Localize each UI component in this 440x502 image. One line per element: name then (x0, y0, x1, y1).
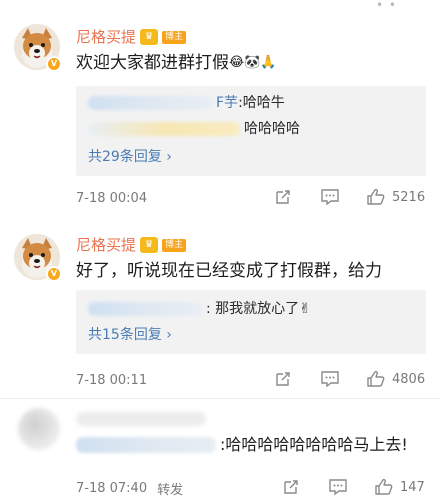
verified-badge-icon: V (46, 56, 62, 72)
username[interactable]: 尼格买提 (76, 28, 136, 46)
author-tag: 博主 (162, 30, 187, 44)
vip-crown-icon: ♛ (140, 29, 159, 45)
like-count: 5216 (392, 189, 426, 205)
name-row: 尼格买提 ♛ 博主 (76, 28, 187, 46)
name-row: 尼格买提 ♛ 博主 (76, 236, 187, 254)
blurred-username[interactable] (76, 412, 206, 426)
meta-row: 7-18 00:11 4806 (76, 370, 432, 390)
comment-button[interactable] (320, 188, 340, 206)
username[interactable]: 尼格买提 (76, 236, 136, 254)
blurred-username (88, 302, 202, 316)
fist-emoji-icon: 🙏 (260, 55, 277, 70)
reply-line: : 那我就放心了✌ (88, 300, 311, 318)
comment-feed: • • V 尼格买提 ♛ 博主 欢迎大家都进群打假😂🐼🙏 F芋:哈哈牛 哈哈哈… (0, 0, 440, 502)
reply-text: : 那我就放心了✌ (206, 301, 311, 317)
reply-box[interactable]: F芋:哈哈牛 哈哈哈哈 共29条回复 › (76, 86, 426, 176)
timestamp: 7-18 00:04 (76, 190, 148, 206)
like-button[interactable]: 5216 (366, 188, 425, 206)
divider (0, 398, 440, 399)
comment-button[interactable] (328, 478, 348, 496)
reply-text: 哈哈哈哈 (244, 121, 300, 137)
share-button[interactable] (274, 370, 292, 388)
meta-row: 7-18 07:40 转发 147 (76, 478, 432, 498)
like-count: 4806 (392, 371, 426, 387)
share-icon (276, 190, 290, 204)
avatar[interactable] (18, 408, 60, 450)
author-tag: 博主 (162, 238, 187, 252)
repost-link[interactable]: 转发 (157, 479, 183, 498)
panda-emoji-icon: 🐼 (244, 55, 261, 70)
reply-text: :哈哈牛 (238, 95, 285, 111)
comment-button[interactable] (320, 370, 340, 388)
comment-icon (321, 371, 339, 388)
comment-text: 欢迎大家都进群打假😂🐼🙏 (76, 52, 277, 74)
view-replies-link[interactable]: 共29条回复 › (88, 148, 172, 166)
timestamp: 7-18 07:40 (76, 480, 148, 496)
comment-body: :哈哈哈哈哈哈哈哈马上去! (220, 435, 408, 454)
like-button[interactable]: 147 (374, 478, 425, 496)
blurred-username (88, 96, 212, 110)
comment-text: :哈哈哈哈哈哈哈哈马上去! (76, 434, 408, 456)
meta-row: 7-18 00:04 5216 (76, 188, 432, 208)
share-button[interactable] (282, 478, 300, 496)
laughing-emoji-icon: 😂 (229, 55, 245, 70)
view-replies-link[interactable]: 共15条回复 › (88, 326, 172, 344)
blurred-username (88, 122, 240, 136)
comment-icon (329, 479, 347, 496)
comment-text: 好了，听说现在已经变成了打假群，给力 (76, 261, 382, 281)
like-count: 147 (400, 479, 425, 495)
vip-crown-icon: ♛ (140, 237, 159, 253)
more-dots-icon[interactable]: • • (376, 0, 397, 12)
thumb-up-icon (375, 478, 393, 495)
blurred-mention (76, 437, 216, 453)
reply-line: F芋:哈哈牛 (88, 94, 285, 112)
thumb-up-icon (367, 370, 385, 387)
thumb-up-icon (367, 188, 385, 205)
like-button[interactable]: 4806 (366, 370, 425, 388)
comment-body: 欢迎大家都进群打假 (76, 53, 229, 73)
reply-box[interactable]: : 那我就放心了✌ 共15条回复 › (76, 290, 426, 354)
verified-badge-icon: V (46, 266, 62, 282)
comment-icon (321, 189, 339, 206)
reply-line: 哈哈哈哈 (88, 120, 300, 138)
share-button[interactable] (274, 188, 292, 206)
share-icon (276, 372, 290, 386)
timestamp: 7-18 00:11 (76, 372, 148, 388)
reply-author[interactable]: F芋 (216, 94, 238, 112)
share-icon (284, 480, 298, 494)
